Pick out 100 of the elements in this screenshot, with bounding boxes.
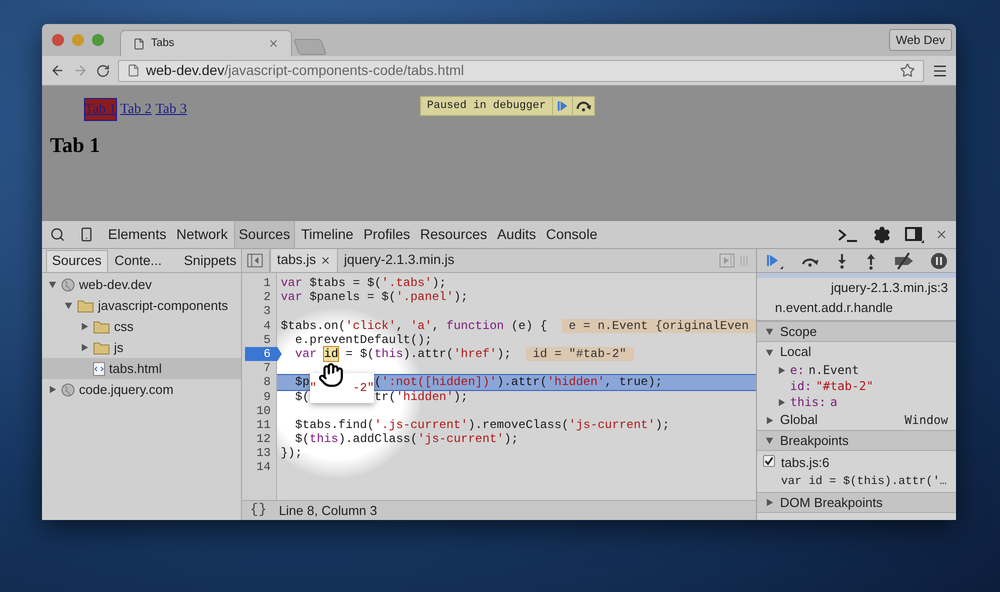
menu-icon[interactable]: [932, 62, 948, 78]
code-token: $panels = $(: [308, 290, 396, 304]
code-token: tr(: [374, 390, 396, 404]
dock-icon[interactable]: [905, 226, 925, 244]
code-token: '.js-current': [374, 418, 468, 432]
breakpoint-checkbox[interactable]: [763, 455, 775, 467]
line-number: 9: [262, 390, 272, 404]
code-token: );: [454, 390, 468, 404]
tree-item[interactable]: js: [42, 337, 241, 358]
line-number: 1: [262, 276, 272, 290]
collapsed-triangle-icon[interactable]: [48, 385, 57, 394]
devtools-tab[interactable]: Console: [542, 221, 602, 248]
code-token: this: [374, 346, 404, 361]
code-token: 'href': [454, 346, 497, 361]
back-icon[interactable]: [50, 63, 65, 78]
browser-tab[interactable]: Tabs: [120, 30, 292, 56]
profile-button[interactable]: Web Dev: [888, 29, 952, 51]
frame-location: jquery-2.1.3.min.js:3: [830, 279, 948, 297]
tree-item[interactable]: javascript-components: [42, 295, 241, 316]
cursor-position: Line 8, Column 3: [278, 502, 378, 520]
expand-triangle-icon[interactable]: [765, 416, 774, 424]
expand-triangle-icon[interactable]: [765, 348, 774, 356]
line-number: 13: [255, 446, 272, 460]
collapsed-triangle-icon[interactable]: [80, 322, 89, 331]
devtools-tab[interactable]: Timeline: [297, 221, 358, 248]
expanded-triangle-icon[interactable]: [765, 327, 774, 336]
deactivate-breakpoints-icon[interactable]: [893, 252, 915, 270]
globe-icon: [61, 278, 75, 292]
page-link[interactable]: Tab 2: [120, 99, 152, 120]
code-token: (: [374, 375, 382, 390]
line-number: 11: [255, 418, 272, 432]
pause-icon[interactable]: [930, 252, 948, 270]
mobile-device-icon[interactable]: [79, 227, 94, 242]
console-prompt-icon[interactable]: [837, 226, 859, 242]
popup-value: ": [310, 380, 317, 396]
breakpoint-location: tabs.js:6: [781, 454, 830, 472]
star-icon[interactable]: [900, 63, 915, 78]
scope-variable[interactable]: this: a: [757, 394, 956, 410]
code-token: '.tabs': [382, 276, 432, 290]
collapsed-triangle-icon[interactable]: [777, 398, 786, 406]
devtools-tab[interactable]: Profiles: [359, 221, 414, 248]
tree-item[interactable]: css: [42, 316, 241, 337]
code-token: var: [280, 276, 302, 290]
code-token: e.preventDefault();: [294, 332, 432, 347]
line-number: 5: [262, 332, 272, 347]
code-token: '.panel': [396, 290, 454, 304]
code-token: function: [446, 318, 504, 333]
navigator-tab[interactable]: Sources: [46, 250, 108, 272]
devtools-tab[interactable]: Resources: [416, 221, 492, 248]
breakpoint-marker[interactable]: 6: [245, 346, 282, 362]
step-out-icon[interactable]: [864, 252, 878, 270]
navigator-tab[interactable]: Conte...: [110, 250, 167, 272]
line-number: 2: [262, 290, 272, 304]
editor-tab[interactable]: tabs.js: [270, 249, 338, 272]
page-link[interactable]: Tab 3: [156, 99, 187, 120]
code-token: 'hidden': [396, 390, 454, 404]
scope-group[interactable]: Global Window: [757, 410, 956, 430]
code-token: $tabs.on(: [280, 318, 346, 333]
code-token: $(: [294, 390, 310, 404]
code-token: $p: [294, 375, 310, 390]
section-header[interactable]: Scope: [757, 321, 956, 342]
expanded-triangle-icon[interactable]: [48, 280, 57, 289]
close-tab-icon[interactable]: [320, 255, 332, 266]
devtools-tab[interactable]: Elements: [104, 221, 170, 248]
tree-item[interactable]: code.jquery.com: [42, 379, 241, 400]
url-text: web-dev.dev/javascript-components-code/tabs.html: [146, 61, 464, 80]
close-icon[interactable]: [268, 38, 279, 49]
tree-item[interactable]: web-dev.dev: [42, 274, 241, 295]
code-token: 'a': [410, 318, 432, 333]
address-field[interactable]: web-dev.dev/javascript-components-code/tabs.html: [118, 60, 924, 82]
code-token: ).removeClass(: [468, 418, 569, 432]
scope-variable[interactable]: e: n.Event: [757, 362, 956, 378]
code-token: 'js-current': [568, 418, 656, 432]
scope-group[interactable]: Local: [757, 342, 956, 362]
collapsed-triangle-icon[interactable]: [765, 498, 774, 507]
tree-item[interactable]: tabs.html: [42, 358, 241, 379]
scope-variable[interactable]: id: "#tab-2": [757, 378, 956, 394]
reload-icon[interactable]: [96, 64, 110, 78]
section-header[interactable]: Breakpoints: [757, 430, 956, 451]
collapsed-triangle-icon[interactable]: [777, 366, 786, 374]
settings-icon[interactable]: [873, 226, 891, 244]
code-token: ,: [432, 318, 440, 333]
section-header[interactable]: DOM Breakpoints: [757, 492, 956, 513]
expanded-triangle-icon[interactable]: [64, 301, 73, 310]
search-icon[interactable]: [50, 227, 65, 242]
code-token: ).attr(: [496, 375, 548, 390]
navigator-tab[interactable]: Snippets: [178, 250, 242, 272]
close-icon[interactable]: [935, 228, 948, 241]
step-over-icon[interactable]: [572, 97, 594, 115]
devtools-tab[interactable]: Audits: [493, 221, 540, 248]
pretty-print-button[interactable]: {}: [250, 500, 267, 520]
expanded-triangle-icon[interactable]: [765, 436, 774, 445]
devtools-tab[interactable]: Network: [172, 221, 232, 248]
code-token: var: [294, 346, 318, 361]
code-token: this: [310, 432, 338, 446]
line-number: 7: [262, 361, 272, 376]
collapsed-triangle-icon[interactable]: [80, 343, 89, 352]
globe-icon: [61, 382, 75, 396]
editor-tab[interactable]: jquery-2.1.3.min.js: [338, 249, 460, 272]
devtools-tab[interactable]: Sources: [234, 221, 296, 248]
